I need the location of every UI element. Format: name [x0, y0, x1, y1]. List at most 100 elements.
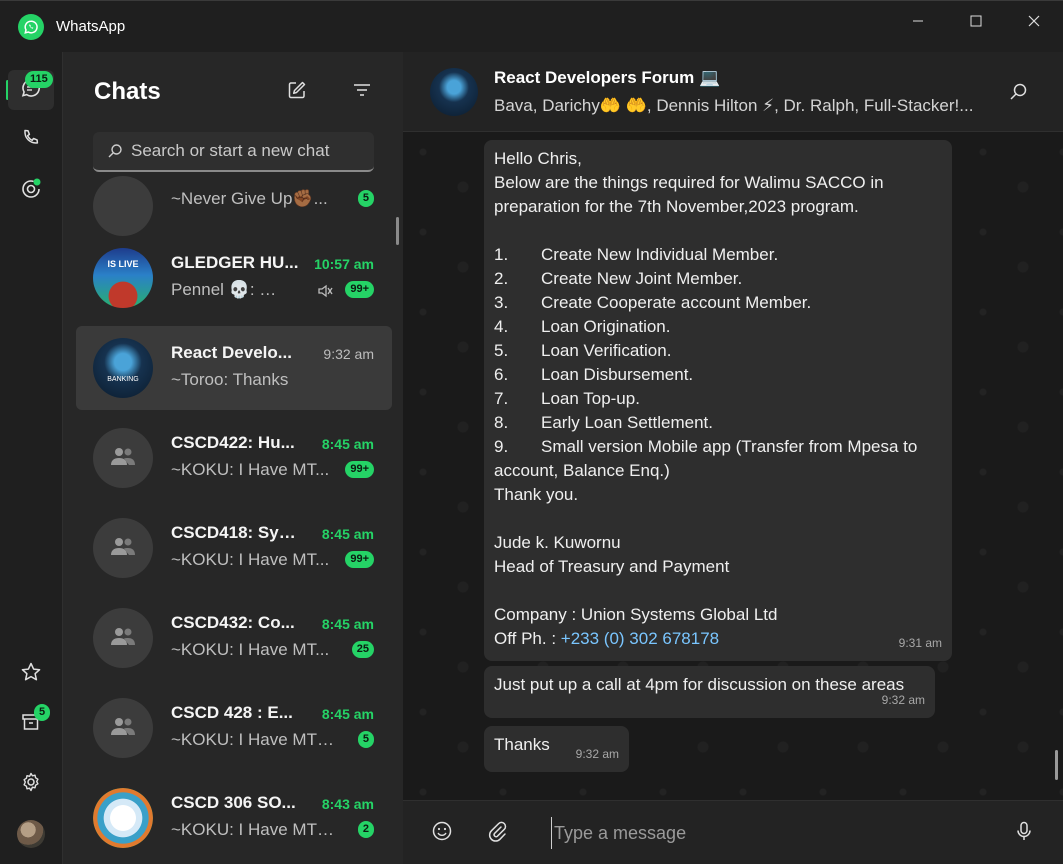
- rail-archived-button[interactable]: 5: [8, 704, 54, 744]
- chat-preview: ~KOKU: I Have MT...: [171, 460, 330, 479]
- compose-icon: [286, 79, 308, 106]
- group-avatar: [430, 68, 478, 116]
- unread-badge: 5: [357, 190, 374, 207]
- group-avatar: [93, 698, 153, 758]
- chats-heading: Chats: [94, 78, 161, 105]
- chat-name: CSCD418: Sys...: [171, 523, 301, 542]
- message-line: Hello Chris,: [494, 149, 582, 168]
- message-line: [494, 219, 942, 243]
- chat-preview: ~KOKU: I Have MTN,...: [171, 820, 343, 839]
- message-line: Jude k. Kuwornu: [494, 533, 621, 552]
- unread-badge: 2: [357, 821, 374, 838]
- chat-name: GLEDGER HU...: [171, 253, 299, 272]
- message-line: [494, 579, 942, 603]
- chat-time: 8:45 am: [321, 706, 374, 722]
- message-phone-line: Off Ph. : +233 (0) 302 678178: [494, 629, 720, 648]
- chat-preview: ~KOKU: I Have MTN,...: [171, 730, 343, 749]
- maximize-button[interactable]: [948, 1, 1004, 41]
- message-line: 9. Small version Mobile app (Transfer fro…: [494, 437, 918, 456]
- chat-preview: ~KOKU: I Have MT...: [171, 550, 330, 569]
- group-icon: [110, 716, 136, 741]
- message-bubble[interactable]: Hello Chris, Below are the things require…: [484, 140, 952, 661]
- message-text: Just put up a call at 4pm for discussion…: [494, 675, 905, 694]
- message-input[interactable]: [551, 817, 1001, 849]
- profile-avatar: [17, 820, 45, 848]
- message-time: 9:32 am: [881, 693, 925, 707]
- unread-badge: 99+: [345, 461, 374, 478]
- message-line: 8. Early Loan Settlement.: [494, 413, 713, 432]
- chat-name: React Develo...: [171, 343, 292, 362]
- filter-button[interactable]: [350, 80, 374, 104]
- paperclip-icon: [486, 820, 508, 847]
- chat-preview: ~Never Give Up✊🏾...: [171, 189, 328, 208]
- new-chat-button[interactable]: [285, 80, 309, 104]
- group-icon: [110, 446, 136, 471]
- voice-message-button[interactable]: [1012, 821, 1036, 845]
- chat-name: CSCD 428 : E...: [171, 703, 293, 722]
- smiley-icon: [431, 820, 453, 847]
- group-avatar: [93, 428, 153, 488]
- chat-name: CSCD432: Co...: [171, 613, 295, 632]
- chat-list-scrollbar[interactable]: [396, 217, 399, 245]
- message-text: Hello Chris, Below are the things require…: [494, 147, 942, 627]
- emoji-button[interactable]: [430, 821, 454, 845]
- message-line: 6. Loan Disbursement.: [494, 365, 694, 384]
- avatar-live-text: IS LIVE: [107, 259, 139, 269]
- title-bar: WhatsApp: [0, 0, 1063, 52]
- avatar-banking-text: BANKING: [107, 375, 139, 383]
- message-bubble[interactable]: Just put up a call at 4pm for discussion…: [484, 666, 935, 718]
- conversation-panel: React Developers Forum 💻 Bava, Darichy🤲 …: [403, 52, 1063, 864]
- rail-status-button[interactable]: [8, 170, 54, 210]
- filter-icon: [351, 79, 373, 106]
- chat-list-item[interactable]: CSCD 428 : E... 8:45 am ~KOKU: I Have MT…: [76, 686, 392, 770]
- message-line: [494, 507, 942, 531]
- message-line: 5. Loan Verification.: [494, 341, 672, 360]
- chat-time: 9:32 am: [323, 346, 374, 362]
- chat-list-item[interactable]: CSCD422: Hu... 8:45 am ~KOKU: I Have MT.…: [76, 416, 392, 500]
- star-icon: [20, 661, 42, 688]
- rail-settings-button[interactable]: [8, 764, 54, 804]
- message-bubble[interactable]: Thanks 9:32 am: [484, 726, 629, 772]
- chat-list-item[interactable]: CSCD 306 SO... 8:43 am ~KOKU: I Have MTN…: [76, 776, 392, 860]
- unread-badge: 99+: [345, 551, 374, 568]
- message-time: 9:31 am: [898, 636, 942, 650]
- rail-profile-button[interactable]: [8, 814, 54, 854]
- chat-list-item[interactable]: IS LIVE GLEDGER HU... 10:57 am Pennel 💀:…: [76, 236, 392, 320]
- group-avatar: [93, 176, 153, 236]
- message-scrollbar[interactable]: [1055, 750, 1058, 780]
- close-button[interactable]: [1006, 1, 1062, 41]
- unread-badge: 25: [351, 641, 374, 658]
- message-line: 2. Create New Joint Member.: [494, 269, 743, 288]
- search-input[interactable]: [131, 141, 371, 161]
- rail-starred-button[interactable]: [8, 654, 54, 694]
- whatsapp-logo-icon: [18, 13, 44, 40]
- chat-list-item-selected[interactable]: BANKING React Develo... 9:32 am ~Toroo: …: [76, 326, 392, 410]
- archived-badge: 5: [34, 704, 51, 721]
- gear-icon: [20, 771, 42, 798]
- conversation-header[interactable]: React Developers Forum 💻 Bava, Darichy🤲 …: [403, 52, 1063, 132]
- message-line: 1. Create New Individual Member.: [494, 245, 779, 264]
- search-icon: [107, 143, 123, 159]
- attach-button[interactable]: [485, 821, 509, 845]
- chat-time: 10:57 am: [314, 256, 374, 272]
- phone-link[interactable]: +233 (0) 302 678178: [561, 629, 719, 648]
- chat-list-item[interactable]: CSCD418: Sys... 8:45 am ~KOKU: I Have MT…: [76, 506, 392, 590]
- group-avatar: [93, 518, 153, 578]
- search-in-chat-button[interactable]: [1008, 82, 1028, 107]
- message-time: 9:32 am: [575, 747, 619, 761]
- message-line: 4. Loan Origination.: [494, 317, 671, 336]
- status-icon: [20, 177, 42, 204]
- rail-calls-button[interactable]: [8, 120, 54, 160]
- message-area[interactable]: Hello Chris, Below are the things require…: [403, 132, 1063, 800]
- chat-avatar: [93, 788, 153, 848]
- minimize-button[interactable]: [890, 1, 946, 41]
- chat-list-item[interactable]: CSCD432: Co... 8:45 am ~KOKU: I Have MT.…: [76, 596, 392, 680]
- group-icon: [110, 626, 136, 651]
- message-line: Head of Treasury and Payment: [494, 557, 730, 576]
- message-line: Below are the things required for Walimu…: [494, 173, 884, 192]
- chat-name: CSCD422: Hu...: [171, 433, 295, 452]
- rail-chats-button[interactable]: 115: [8, 70, 54, 110]
- microphone-icon: [1013, 820, 1035, 847]
- chat-avatar: IS LIVE: [93, 248, 153, 308]
- phone-icon: [21, 128, 41, 153]
